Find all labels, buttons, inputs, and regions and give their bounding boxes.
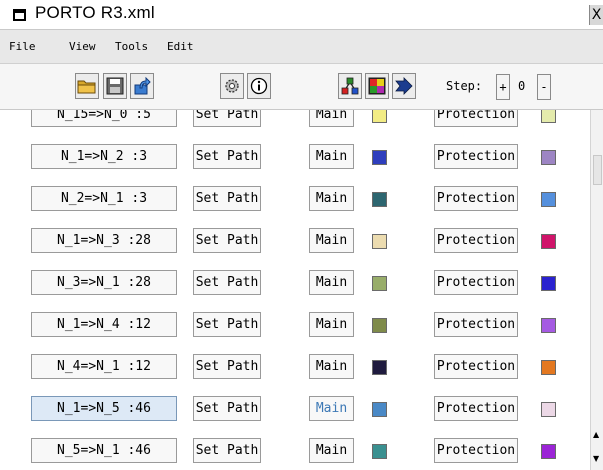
menu-edit[interactable]: Edit [167,40,194,53]
main-color-swatch[interactable] [372,402,387,417]
protection-color-swatch[interactable] [541,276,556,291]
main-button[interactable]: Main [309,438,354,463]
protection-button[interactable]: Protection [434,186,518,211]
forward-arrow-icon [395,77,413,95]
main-button[interactable]: Main [309,312,354,337]
protection-button[interactable]: Protection [434,354,518,379]
close-button[interactable]: X [589,5,603,25]
protection-color-swatch[interactable] [541,402,556,417]
forward-button[interactable] [392,73,416,99]
protection-color-swatch[interactable] [541,444,556,459]
path-row: N_2=>N_1 :3 Set Path Main Protection [0,178,580,220]
main-color-swatch[interactable] [372,150,387,165]
scroll-down-icon[interactable]: ▼ [593,454,599,463]
main-color-swatch[interactable] [372,444,387,459]
main-button[interactable]: Main [309,110,354,127]
step-value: 0 [518,79,526,93]
path-button[interactable]: N_1=>N_4 :12 [31,312,177,337]
save-disk-icon [106,77,124,95]
protection-button[interactable]: Protection [434,144,518,169]
protection-color-swatch[interactable] [541,360,556,375]
protection-button[interactable]: Protection [434,270,518,295]
protection-button[interactable]: Protection [434,312,518,337]
main-button[interactable]: Main [309,270,354,295]
info-icon [250,77,268,95]
protection-color-swatch[interactable] [541,234,556,249]
path-button[interactable]: N_1=>N_2 :3 [31,144,177,169]
main-color-swatch[interactable] [372,192,387,207]
topology-icon [341,77,359,95]
path-row: N_1=>N_2 :3 Set Path Main Protection [0,136,580,178]
settings-button[interactable] [220,73,244,99]
protection-color-swatch[interactable] [541,150,556,165]
menu-tools[interactable]: Tools [115,40,148,53]
set-path-button[interactable]: Set Path [193,270,261,295]
main-color-swatch[interactable] [372,234,387,249]
path-row: N_5=>N_1 :46 Set Path Main Protection [0,430,580,470]
main-button[interactable]: Main [309,228,354,253]
set-path-button[interactable]: Set Path [193,186,261,211]
path-button[interactable]: N_3=>N_1 :28 [31,270,177,295]
upload-icon [134,77,151,95]
path-row: N_1=>N_3 :28 Set Path Main Protection [0,220,580,262]
step-decrement-button[interactable]: - [537,74,551,100]
main-color-swatch[interactable] [372,276,387,291]
protection-color-swatch[interactable] [541,192,556,207]
gear-icon [225,79,239,93]
step-label: Step: [446,79,483,93]
info-button[interactable] [247,73,271,99]
main-button[interactable]: Main [309,396,354,421]
protection-button[interactable]: Protection [434,396,518,421]
window-icon[interactable] [13,9,26,21]
protection-color-swatch[interactable] [541,318,556,333]
path-list: N_15=>N_0 :5 Set Path Main Protection N_… [0,110,580,470]
main-color-swatch[interactable] [372,110,387,123]
set-path-button[interactable]: Set Path [193,110,261,127]
path-button[interactable]: N_5=>N_1 :46 [31,438,177,463]
set-path-button[interactable]: Set Path [193,228,261,253]
color-palette-icon [368,77,386,95]
menu-file[interactable]: File [9,40,36,53]
toolbar: Step: + 0 - [0,64,603,110]
topology-button[interactable] [338,73,362,99]
scroll-thumb[interactable] [593,155,602,185]
step-increment-button[interactable]: + [496,74,510,100]
menu-view[interactable]: View [69,40,96,53]
title-bar: PORTO R3.xml X [0,0,603,30]
protection-button[interactable]: Protection [434,228,518,253]
path-row: N_4=>N_1 :12 Set Path Main Protection [0,346,580,388]
path-row: N_1=>N_5 :46 Set Path Main Protection [0,388,580,430]
path-row: N_15=>N_0 :5 Set Path Main Protection [0,110,580,136]
main-button[interactable]: Main [309,354,354,379]
set-path-button[interactable]: Set Path [193,144,261,169]
window-title: PORTO R3.xml [35,3,155,22]
path-button[interactable]: N_1=>N_3 :28 [31,228,177,253]
path-button[interactable]: N_2=>N_1 :3 [31,186,177,211]
main-color-swatch[interactable] [372,318,387,333]
path-row: N_1=>N_4 :12 Set Path Main Protection [0,304,580,346]
protection-color-swatch[interactable] [541,110,556,123]
menu-bar: File View Tools Edit [0,30,603,64]
main-button[interactable]: Main [309,144,354,169]
path-button[interactable]: N_15=>N_0 :5 [31,110,177,127]
path-row: N_3=>N_1 :28 Set Path Main Protection [0,262,580,304]
protection-button[interactable]: Protection [434,110,518,127]
set-path-button[interactable]: Set Path [193,312,261,337]
scroll-up-icon[interactable]: ▲ [593,430,599,439]
save-button[interactable] [103,73,127,99]
colors-button[interactable] [365,73,389,99]
vertical-scrollbar[interactable]: ▲ ▼ [590,110,603,470]
set-path-button[interactable]: Set Path [193,438,261,463]
path-button[interactable]: N_1=>N_5 :46 [31,396,177,421]
set-path-button[interactable]: Set Path [193,396,261,421]
folder-open-icon [77,80,96,94]
upload-button[interactable] [130,73,154,99]
set-path-button[interactable]: Set Path [193,354,261,379]
protection-button[interactable]: Protection [434,438,518,463]
main-color-swatch[interactable] [372,360,387,375]
path-button[interactable]: N_4=>N_1 :12 [31,354,177,379]
open-file-button[interactable] [75,73,99,99]
main-button[interactable]: Main [309,186,354,211]
